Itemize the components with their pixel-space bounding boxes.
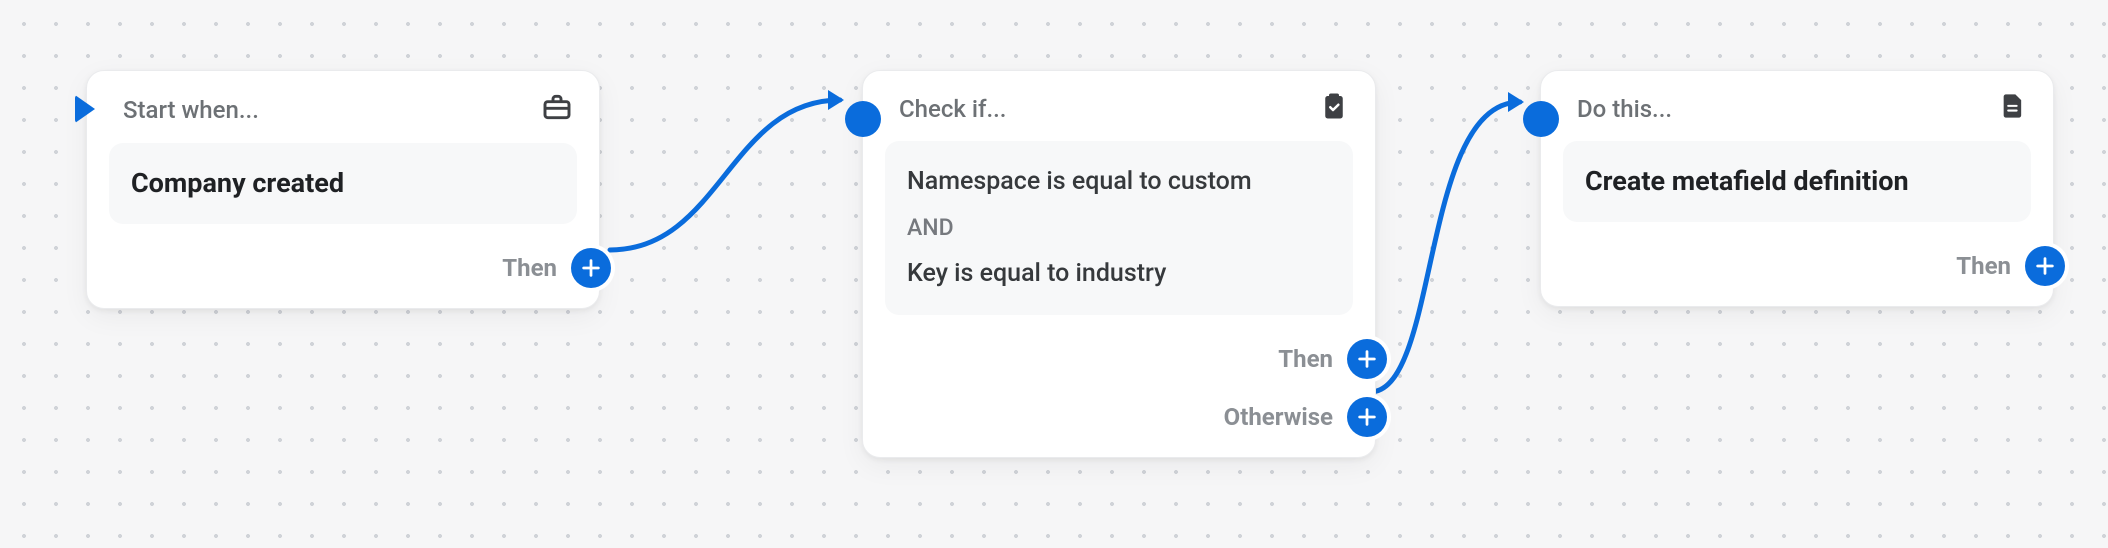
trigger-then-branch: Then — [502, 248, 611, 288]
node-dot-icon — [1523, 101, 1559, 137]
briefcase-icon — [541, 91, 573, 129]
add-step-button[interactable] — [571, 248, 611, 288]
add-step-button[interactable] — [2025, 246, 2065, 286]
node-dot-icon — [845, 101, 881, 137]
condition-and: AND — [907, 203, 1331, 254]
condition-heading: Check if... — [899, 95, 1006, 123]
add-step-button[interactable] — [1347, 397, 1387, 437]
add-step-button[interactable] — [1347, 339, 1387, 379]
action-then-branch: Then — [1956, 246, 2065, 286]
condition-line-2: Key is equal to industry — [907, 253, 1331, 295]
document-icon — [1999, 91, 2027, 127]
action-card[interactable]: Do this... Create metafield definition T… — [1540, 70, 2054, 307]
trigger-title: Company created — [131, 163, 555, 204]
trigger-heading: Start when... — [123, 96, 259, 124]
action-title: Create metafield definition — [1585, 161, 2009, 202]
condition-then-branch: Then — [1278, 339, 1387, 379]
condition-card[interactable]: Check if... Namespace is equal to custom… — [862, 70, 1376, 458]
then-label: Then — [502, 254, 557, 282]
action-heading: Do this... — [1577, 95, 1672, 123]
play-icon — [75, 95, 95, 123]
then-label: Then — [1956, 252, 2011, 280]
condition-otherwise-branch: Otherwise — [1224, 397, 1387, 437]
otherwise-label: Otherwise — [1224, 403, 1333, 431]
clipboard-check-icon — [1319, 91, 1349, 127]
then-label: Then — [1278, 345, 1333, 373]
trigger-card[interactable]: Start when... Company created Then — [86, 70, 600, 309]
condition-line-1: Namespace is equal to custom — [907, 161, 1331, 203]
